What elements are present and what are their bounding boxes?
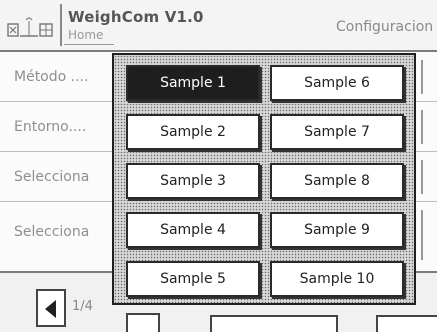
footer-right-button[interactable] (376, 315, 437, 332)
screen: WeighCom V1.0 Home Configuracion Método … (0, 0, 437, 332)
list-item-label: Método .... (14, 69, 89, 85)
previous-page-button[interactable] (36, 289, 66, 327)
sample-5-button[interactable]: Sample 5 (126, 261, 260, 297)
scrollbar-track (421, 210, 423, 260)
scrollbar-track (421, 60, 423, 94)
sample-7-button[interactable]: Sample 7 (270, 114, 404, 150)
balance-icon (7, 17, 53, 37)
sample-10-button[interactable]: Sample 10 (270, 261, 404, 297)
breadcrumb-home[interactable]: Home (68, 28, 103, 42)
arrow-left-icon (45, 300, 56, 318)
list-item-label: Selecciona (14, 224, 90, 240)
list-item-label: Selecciona (14, 169, 90, 185)
section-title: Configuracion (336, 19, 434, 35)
sample-4-button[interactable]: Sample 4 (126, 212, 260, 248)
sample-1-button[interactable]: Sample 1 (126, 65, 260, 101)
list-item-label: Entorno.... (14, 119, 87, 135)
footer-center-button[interactable] (210, 315, 338, 332)
scrollbar-track (421, 160, 423, 194)
app-title: WeighCom V1.0 (68, 8, 204, 26)
sample-9-button[interactable]: Sample 9 (270, 212, 404, 248)
page-indicator: 1/4 (72, 299, 93, 314)
breadcrumb-underline (64, 44, 114, 45)
sample-8-button[interactable]: Sample 8 (270, 163, 404, 199)
sample-6-button[interactable]: Sample 6 (270, 65, 404, 101)
header-divider (60, 4, 62, 46)
scrollbar-track (421, 110, 423, 144)
header-bar: WeighCom V1.0 Home Configuracion (0, 0, 437, 52)
sample-selection-popup: Sample 1 Sample 2 Sample 3 Sample 4 Samp… (112, 53, 416, 305)
sample-2-button[interactable]: Sample 2 (126, 114, 260, 150)
sample-3-button[interactable]: Sample 3 (126, 163, 260, 199)
next-page-button[interactable] (126, 313, 160, 332)
